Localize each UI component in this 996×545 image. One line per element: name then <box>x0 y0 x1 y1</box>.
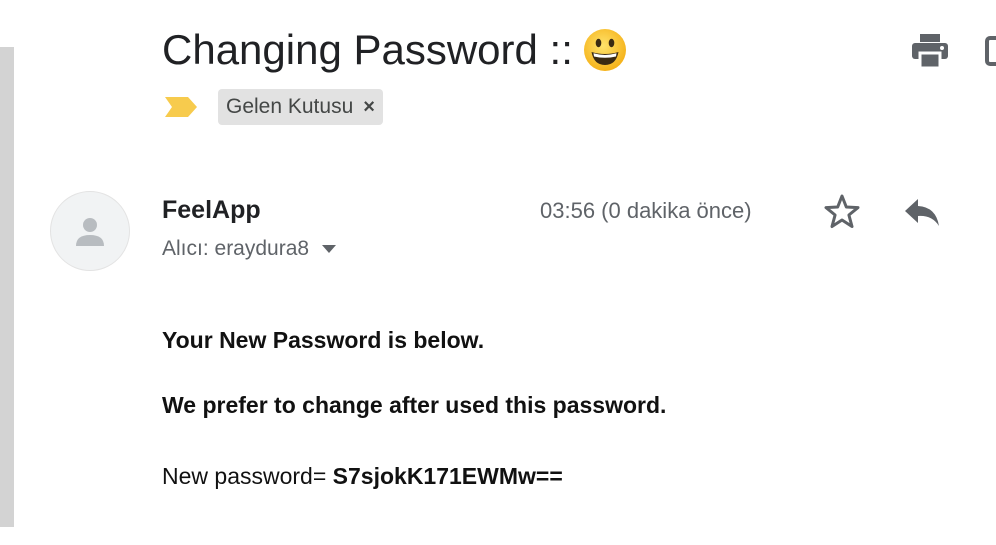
recipient-text: Alıcı: eraydura8 <box>162 237 310 260</box>
sender-name: FeelApp <box>162 196 261 224</box>
body-line-intro: Your New Password is below. <box>162 327 485 353</box>
print-icon[interactable] <box>911 33 949 69</box>
left-scroll-edge <box>0 47 14 527</box>
label-text: Gelen Kutusu <box>226 95 354 118</box>
person-icon <box>76 218 104 246</box>
importance-marker-icon[interactable] <box>164 96 198 118</box>
password-prefix: New password= <box>162 463 327 489</box>
avatar <box>50 191 130 271</box>
new-window-icon[interactable] <box>985 36 996 66</box>
body-line-password: New password= S7sjokK171EWMw== <box>162 463 563 490</box>
subject-text: Changing Password :: <box>162 26 573 73</box>
timestamp: 03:56 (0 dakika önce) <box>540 198 752 223</box>
email-subject: Changing Password :: <box>162 24 627 76</box>
label-chip-inbox[interactable]: Gelen Kutusu × <box>218 89 383 125</box>
remove-label-close-icon[interactable]: × <box>363 96 375 119</box>
star-icon[interactable] <box>823 193 861 231</box>
grinning-face-emoji <box>583 29 626 71</box>
reply-icon[interactable] <box>903 196 941 228</box>
body-line-advice: We prefer to change after used this pass… <box>162 392 667 418</box>
caret-down-icon[interactable] <box>321 244 337 254</box>
recipient-line: Alıcı: eraydura8 <box>162 237 337 261</box>
password-value: S7sjokK171EWMw== <box>332 463 563 489</box>
